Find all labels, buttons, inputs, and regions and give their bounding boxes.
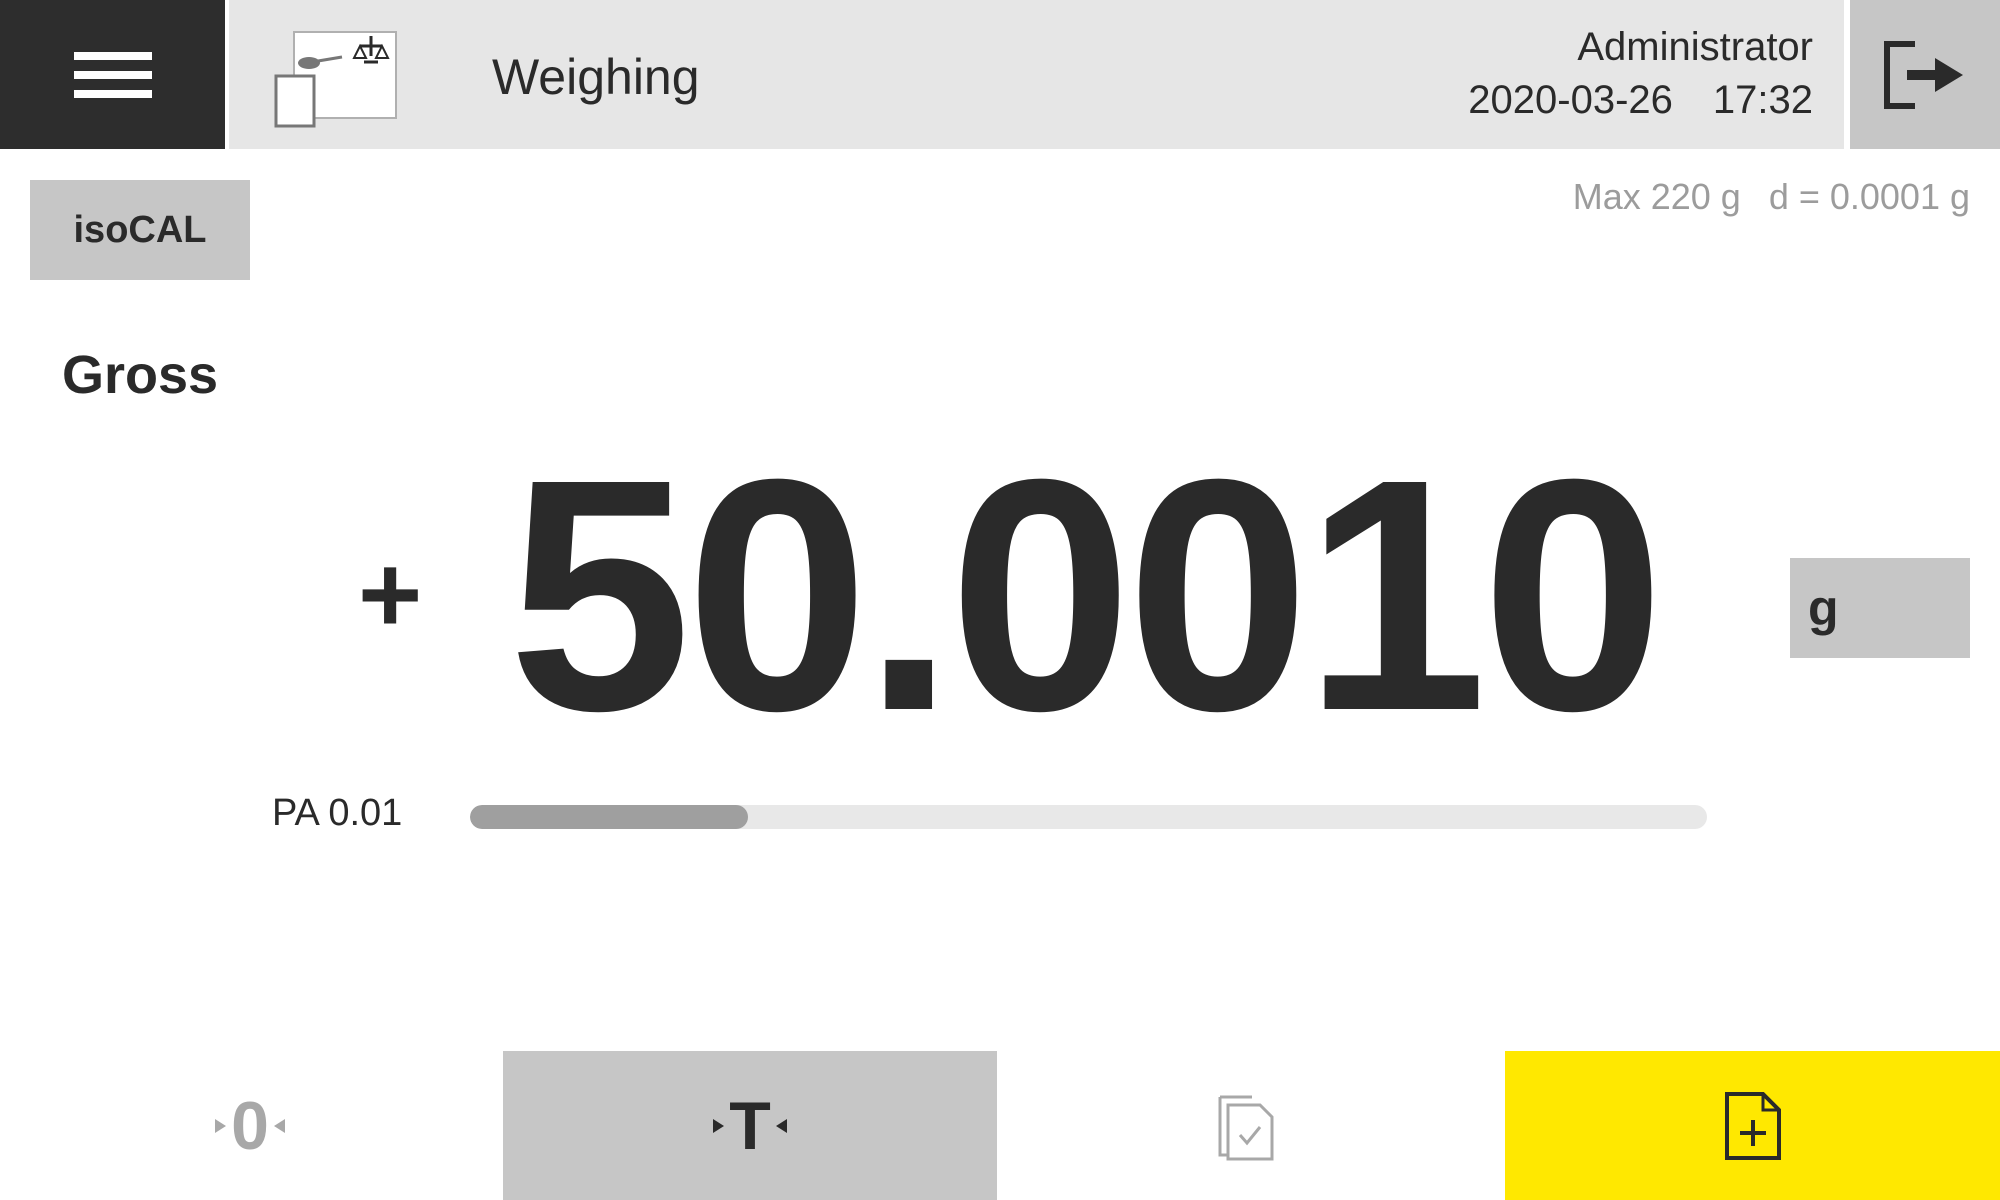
- app-title: Weighing: [492, 49, 700, 105]
- unit-button[interactable]: g: [1790, 558, 1970, 658]
- results-button[interactable]: [997, 1051, 1497, 1200]
- new-document-button[interactable]: [1505, 1051, 2000, 1200]
- new-document-icon: [1724, 1091, 1781, 1160]
- date-time: 2020-03-26 17:32: [1468, 78, 1813, 123]
- menu-button[interactable]: [0, 0, 225, 149]
- current-date: 2020-03-26: [1468, 78, 1673, 122]
- pa-progress-bar: [470, 805, 1707, 829]
- weighing-app-icon: [274, 31, 397, 128]
- pa-label: PA 0.01: [272, 792, 403, 834]
- zero-icon: 0: [215, 1087, 285, 1165]
- pa-progress-fill: [470, 805, 749, 829]
- user-name: Administrator: [1577, 25, 1813, 69]
- header-bar: [229, 0, 1844, 149]
- logout-button[interactable]: [1850, 0, 2000, 149]
- logout-icon: [1884, 40, 1963, 109]
- weight-readout: 50.0010: [508, 410, 1665, 779]
- max-capacity: Max 220 g: [1572, 176, 1741, 217]
- tare-icon: T: [713, 1087, 787, 1165]
- weight-sign: +: [358, 533, 423, 656]
- readability: d = 0.0001 g: [1768, 176, 1970, 217]
- zero-label: 0: [231, 1087, 269, 1164]
- tare-label: T: [729, 1087, 771, 1164]
- isocal-button[interactable]: isoCAL: [30, 180, 250, 280]
- tare-button[interactable]: T: [503, 1051, 997, 1200]
- capacity-info: Max 220 g d = 0.0001 g: [1573, 176, 1970, 218]
- current-time: 17:32: [1712, 78, 1813, 122]
- zero-button[interactable]: 0: [0, 1051, 500, 1200]
- documents-check-icon: [1218, 1095, 1274, 1160]
- hamburger-menu-icon: [73, 51, 152, 98]
- weight-mode-label: Gross: [62, 345, 219, 405]
